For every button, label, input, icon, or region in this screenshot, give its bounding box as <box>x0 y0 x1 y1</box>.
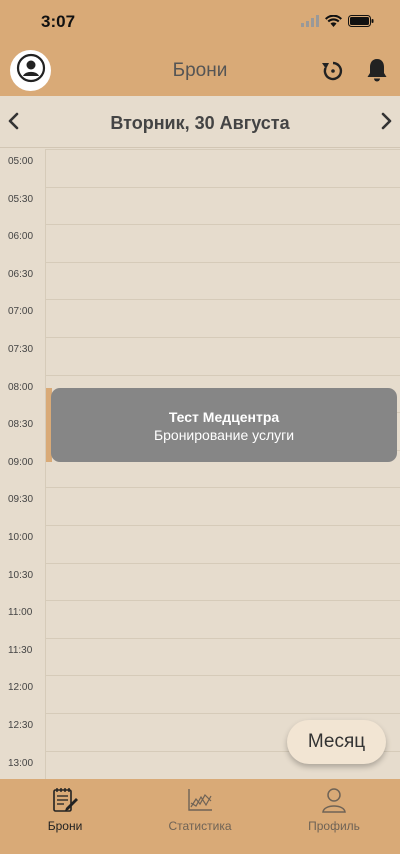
time-label: 12:00 <box>8 682 34 694</box>
wifi-icon <box>325 14 342 32</box>
time-label: 10:00 <box>8 532 34 543</box>
time-label: 11:30 <box>8 644 33 656</box>
signal-icon <box>301 14 319 32</box>
time-gridline <box>45 637 400 639</box>
event-title: Тест Медцентра <box>168 409 280 425</box>
notepad-icon <box>51 787 79 813</box>
time-slot-row[interactable]: 10:00 <box>0 525 400 563</box>
time-slot-row[interactable]: 07:00 <box>0 299 400 337</box>
tab-bar: Брони Статистика Профиль <box>0 779 400 854</box>
event-subtitle: Бронирование услуги <box>153 427 295 443</box>
tab-statistics[interactable]: Статистика <box>150 787 250 833</box>
time-gridline <box>45 675 400 677</box>
time-column-divider <box>45 149 46 779</box>
month-view-button[interactable]: Месяц <box>287 720 386 764</box>
app-header: Брони <box>0 44 400 96</box>
time-gridline <box>45 487 400 489</box>
battery-icon <box>348 14 374 32</box>
tab-label: Статистика <box>168 819 232 833</box>
next-day-chevron-icon[interactable] <box>378 111 394 136</box>
time-slot-row[interactable]: 11:30 <box>0 637 400 676</box>
time-gridline <box>45 299 400 301</box>
date-navigator: Вторник, 30 Августа <box>0 96 400 148</box>
time-label: 05:00 <box>8 156 34 167</box>
time-label: 10:30 <box>8 569 34 581</box>
time-slot-row[interactable]: 07:30 <box>0 337 400 375</box>
time-slot-row[interactable]: 12:00 <box>0 675 400 713</box>
time-gridline <box>45 713 400 714</box>
time-gridline <box>45 261 400 263</box>
person-icon <box>320 787 348 813</box>
time-label: 11:00 <box>8 607 33 619</box>
time-slot-row[interactable]: 06:00 <box>0 224 400 262</box>
time-label: 06:00 <box>8 231 34 243</box>
time-gridline <box>45 562 400 564</box>
status-icons <box>301 14 374 32</box>
time-label: 08:00 <box>8 381 34 393</box>
tab-bookings[interactable]: Брони <box>15 787 115 833</box>
status-bar: 3:07 <box>0 0 400 44</box>
refresh-icon[interactable] <box>320 58 346 89</box>
time-gridline <box>45 186 400 188</box>
tab-label: Брони <box>47 819 83 833</box>
time-gridline <box>45 600 400 602</box>
time-label: 05:30 <box>8 193 34 205</box>
time-label: 06:30 <box>8 268 34 280</box>
time-slot-row[interactable]: 05:00 <box>0 149 400 187</box>
tab-profile[interactable]: Профиль <box>284 787 384 833</box>
time-label: 09:00 <box>8 456 34 468</box>
time-gridline <box>45 374 400 376</box>
time-gridline <box>45 525 400 526</box>
time-gridline <box>45 224 400 226</box>
time-label: 08:30 <box>8 419 34 431</box>
time-label: 13:00 <box>8 757 34 769</box>
bell-icon[interactable] <box>366 57 388 88</box>
time-gridline <box>45 149 400 150</box>
time-slot-row[interactable]: 11:00 <box>0 600 400 638</box>
time-slot-row[interactable]: 06:30 <box>0 261 400 300</box>
time-label: 12:30 <box>8 720 34 731</box>
booking-event[interactable]: Тест Медцентра Бронирование услуги <box>51 388 397 462</box>
time-slot-row[interactable]: 09:30 <box>0 487 400 525</box>
time-label: 09:30 <box>8 494 34 506</box>
time-label: 07:30 <box>8 344 34 355</box>
time-slot-row[interactable]: 05:30 <box>0 186 400 225</box>
tab-label: Профиль <box>308 819 360 833</box>
day-timeline[interactable]: 13:00 12:30 12:00 11:30 11:00 10:30 10:00 09:30… <box>0 149 400 779</box>
current-date: Вторник, 30 Августа <box>110 113 290 133</box>
time-gridline <box>45 337 400 338</box>
time-slot-row[interactable]: 10:30 <box>0 562 400 601</box>
time-label: 07:00 <box>8 306 34 318</box>
status-time: 3:07 <box>41 12 76 31</box>
chart-icon <box>186 787 214 813</box>
